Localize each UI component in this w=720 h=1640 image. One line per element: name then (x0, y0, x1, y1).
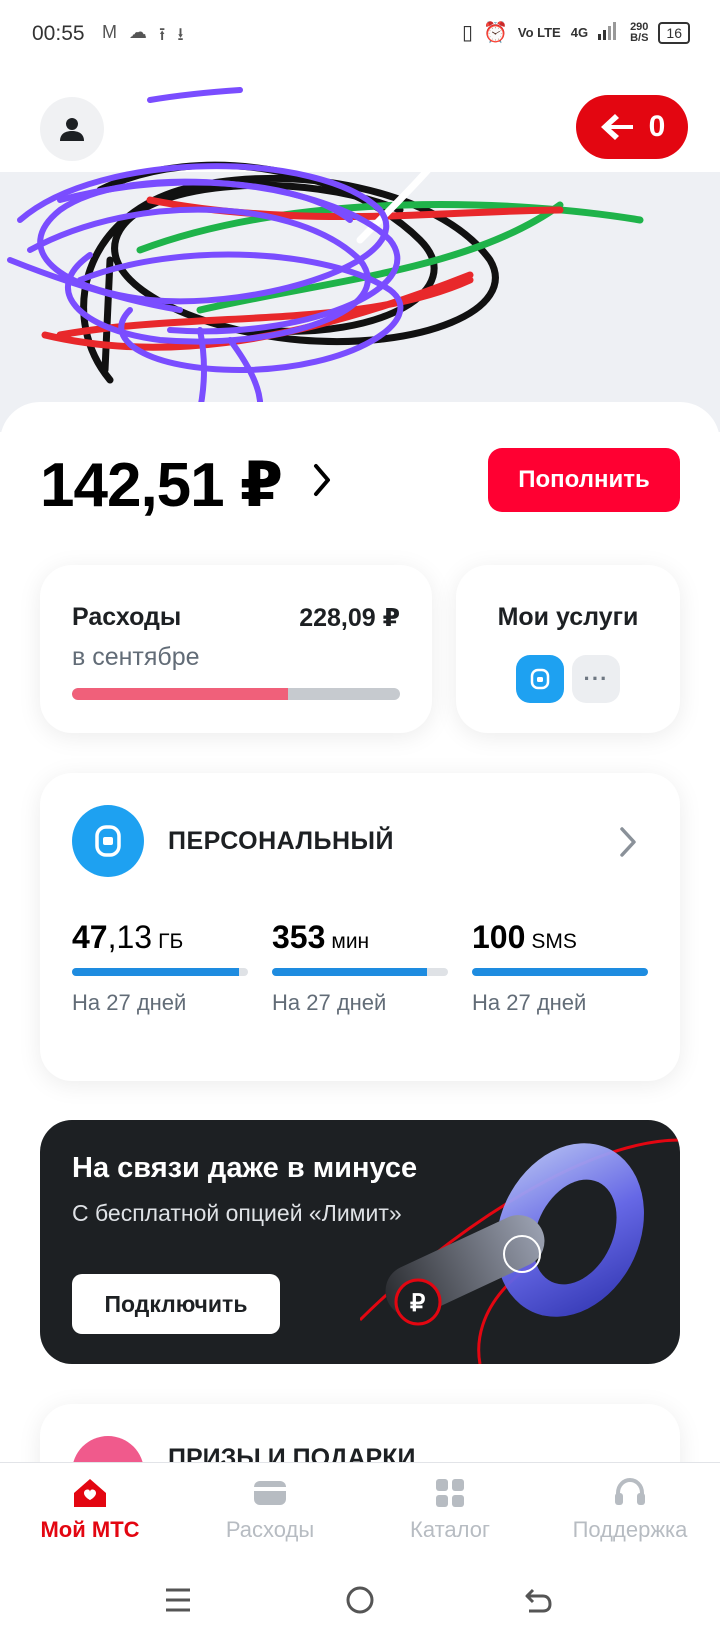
download-icon: ⭳ (177, 24, 184, 44)
tab-my-mts[interactable]: Мой МТС (0, 1463, 180, 1558)
signal-icon (598, 22, 620, 43)
svg-text:₽: ₽ (410, 1290, 425, 1317)
chevron-right-icon[interactable] (310, 462, 334, 498)
topup-button[interactable]: Пополнить (488, 448, 680, 512)
home-icon[interactable] (340, 1580, 380, 1620)
tab-label: Поддержка (572, 1517, 688, 1542)
chevron-right-icon[interactable] (618, 825, 638, 859)
gmail-icon: M (102, 22, 117, 42)
tariff-service-icon[interactable] (516, 655, 564, 703)
battery-indicator: 16 (658, 21, 690, 44)
alarm-icon: ⏰ (482, 22, 508, 44)
cloud-icon: ☁ (129, 22, 147, 42)
status-icons: ▯ ⏰ Vo LTE 4G 290 B/S 16 (462, 20, 690, 45)
tab-label: Расходы (225, 1517, 315, 1542)
promo-title: На связи даже в минусе (72, 1152, 418, 1184)
quota-value: 47,13 ГБ (72, 919, 184, 955)
quota-days: На 27 дней (72, 990, 187, 1015)
house-icon (74, 1479, 106, 1507)
menu-icon[interactable] (158, 1580, 198, 1620)
promo-subtitle: С бесплатной опцией «Лимит» (72, 1200, 402, 1226)
more-services-icon[interactable]: ··· (572, 655, 620, 703)
quota-days: На 27 дней (472, 990, 587, 1015)
promo-banner[interactable]: ₽ На связи даже в минусе С бесплатной оп… (40, 1120, 680, 1364)
quota-sms: 100 SMS На 27 дней (472, 919, 648, 1016)
quota-minutes: 353 мин На 27 дней (272, 919, 448, 1016)
quota-value: 353 мин (272, 919, 370, 955)
quota-progress (472, 968, 648, 976)
tab-catalog[interactable]: Каталог (360, 1463, 540, 1558)
services-title: Мои услуги (497, 603, 639, 631)
quota-progress (72, 968, 248, 976)
status-bar: 00:55 M ☁ ⭱ ⭳ ▯ ⏰ Vo LTE 4G 290 B/S 16 (0, 0, 720, 72)
tariff-name: ПЕРСОНАЛЬНЫЙ (168, 827, 394, 855)
expenses-title: Расходы (72, 603, 182, 631)
expenses-period: в сентябре (72, 643, 200, 671)
tariff-card[interactable]: ПЕРСОНАЛЬНЫЙ 47,13 ГБ На 27 дней 353 мин Н… (40, 773, 680, 1081)
net-speed: 290 B/S (630, 20, 649, 44)
tab-expenses[interactable]: Расходы (180, 1463, 360, 1558)
bottom-tab-bar: Мой МТС Расходы Каталог Поддержка (0, 1462, 720, 1558)
tab-label: Мой МТС (40, 1517, 140, 1542)
tariff-logo-icon (72, 805, 144, 877)
balance-amount[interactable]: 142,51 ₽ (40, 448, 283, 521)
back-icon[interactable] (518, 1580, 558, 1620)
status-time: 00:55 (32, 22, 85, 45)
quota-days: На 27 дней (272, 990, 387, 1015)
vibrate-icon: ▯ (461, 22, 473, 44)
expenses-amount: 228,09 ₽ (299, 604, 400, 632)
grid-icon (436, 1479, 464, 1507)
expenses-progress (72, 688, 400, 700)
notification-icons: M ☁ ⭱ ⭳ (102, 22, 184, 52)
tab-label: Каталог (410, 1517, 490, 1542)
network-gen-label: 4G (570, 25, 589, 40)
upload-icon: ⭱ (159, 24, 166, 44)
connect-button[interactable]: Подключить (72, 1274, 280, 1334)
expenses-card[interactable]: Расходы 228,09 ₽ в сентябре (40, 565, 432, 733)
quota-progress (272, 968, 448, 976)
volte-label: Vo LTE (517, 25, 561, 40)
services-card[interactable]: Мои услуги ··· (456, 565, 680, 733)
quota-internet: 47,13 ГБ На 27 дней (72, 919, 248, 1016)
quota-value: 100 SMS (472, 919, 577, 955)
wallet-icon (254, 1481, 286, 1505)
system-nav-bar (0, 1558, 720, 1640)
tab-support[interactable]: Поддержка (540, 1463, 720, 1558)
expenses-progress-fill (72, 688, 289, 700)
headset-icon (615, 1477, 645, 1505)
